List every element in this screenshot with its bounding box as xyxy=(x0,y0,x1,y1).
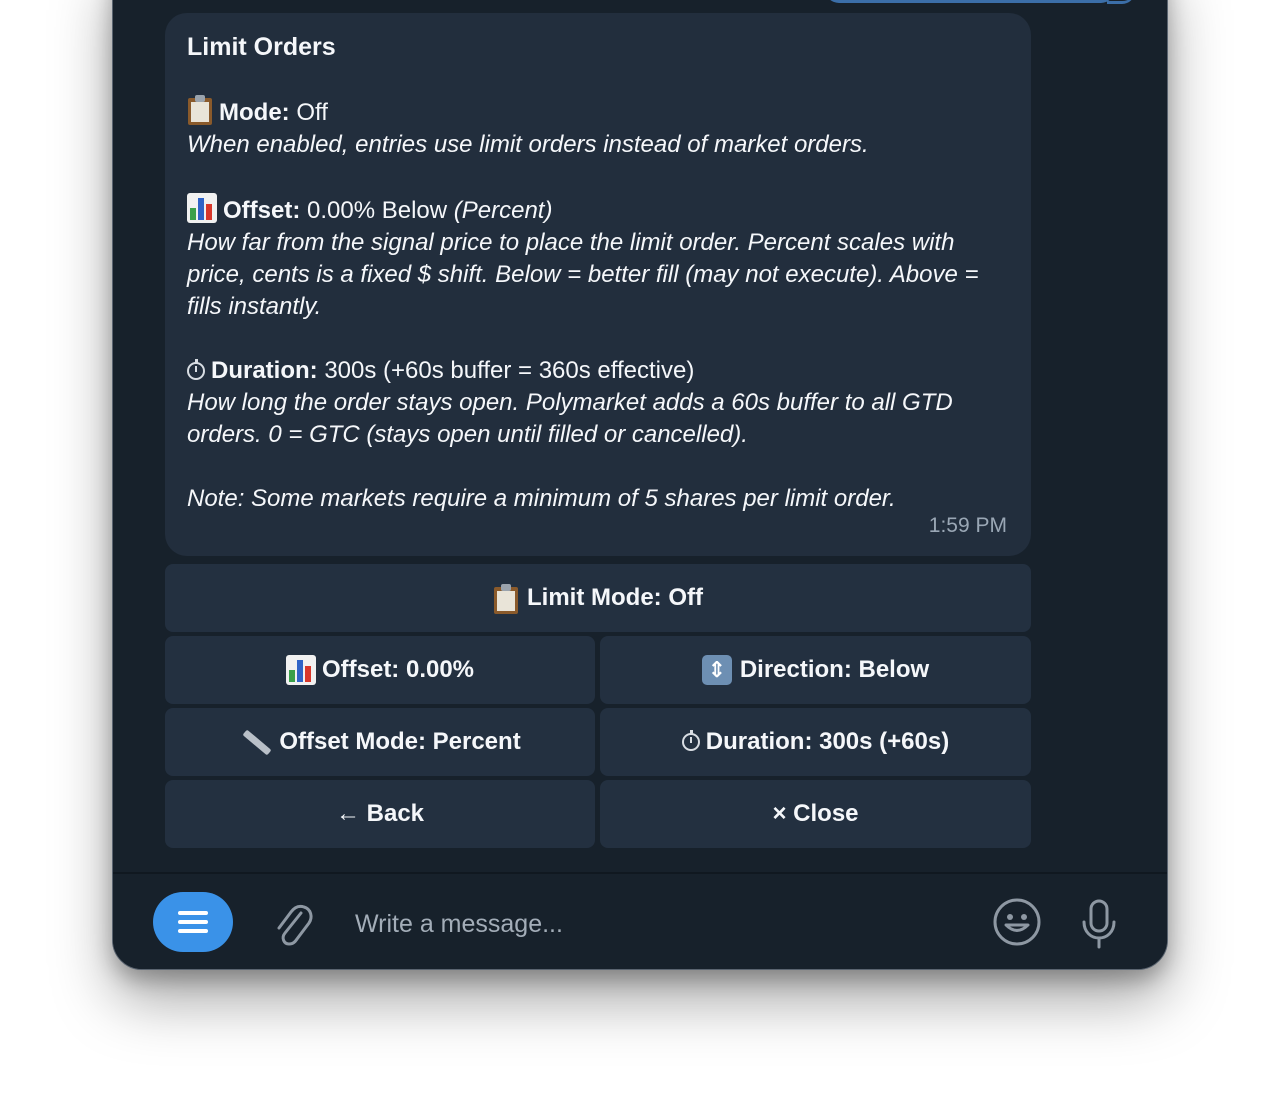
message-timestamp: 1:59 PM xyxy=(928,514,1007,537)
duration-line: Duration: 300s (+60s buffer = 360s effec… xyxy=(187,355,1009,387)
direction-button-label: Direction: Below xyxy=(739,656,930,683)
composer-bar xyxy=(113,872,1167,969)
offset-unit: (Percent) xyxy=(453,197,553,224)
microphone-icon[interactable] xyxy=(1079,898,1119,950)
stopwatch-icon xyxy=(187,359,205,380)
mode-label: Mode: xyxy=(219,99,290,126)
close-button[interactable]: × Close xyxy=(600,780,1031,848)
offset-mode-button-label: Offset Mode: Percent xyxy=(279,728,521,755)
previous-message-tail xyxy=(1107,0,1135,4)
up-down-arrow-icon: ⇕ xyxy=(701,655,732,685)
back-button[interactable]: ← Back xyxy=(165,780,595,848)
clipboard-icon xyxy=(187,95,213,125)
chat-window: Limit Orders Mode: Off When enabled, ent… xyxy=(112,0,1168,970)
offset-button-label: Offset: 0.00% xyxy=(321,656,475,683)
bar-chart-icon xyxy=(285,655,316,685)
message-input[interactable] xyxy=(353,900,957,948)
limit-mode-button[interactable]: Limit Mode: Off xyxy=(165,564,1031,632)
duration-value: 300s (+60s buffer = 360s effective) xyxy=(317,357,695,384)
paperclip-icon[interactable] xyxy=(271,899,315,951)
offset-button[interactable]: Offset: 0.00% xyxy=(165,636,595,704)
smile-icon[interactable] xyxy=(993,898,1041,946)
duration-button-label: Duration: 300s (+60s) xyxy=(705,728,950,755)
mode-value: Off xyxy=(289,99,328,126)
bot-message-bubble: Limit Orders Mode: Off When enabled, ent… xyxy=(165,13,1031,556)
offset-description: How far from the signal price to place t… xyxy=(187,229,979,320)
offset-label: Offset: xyxy=(223,197,301,224)
offset-mode-button[interactable]: Offset Mode: Percent xyxy=(165,708,595,776)
message-title: Limit Orders xyxy=(187,33,336,61)
duration-label: Duration: xyxy=(211,357,318,384)
offset-line: Offset: 0.00% Below (Percent) xyxy=(187,193,1009,227)
limit-mode-label: Limit Mode: Off xyxy=(527,584,703,611)
note-text: Note: Some markets require a minimum of … xyxy=(187,485,896,512)
duration-description: How long the order stays open. Polymarke… xyxy=(187,389,953,448)
previous-message-bubble xyxy=(825,0,1115,3)
menu-button[interactable] xyxy=(153,892,233,952)
mode-line: Mode: Off xyxy=(187,95,1009,129)
duration-button[interactable]: Duration: 300s (+60s) xyxy=(600,708,1031,776)
clipboard-icon xyxy=(493,584,519,614)
mode-description: When enabled, entries use limit orders i… xyxy=(187,131,869,158)
menu-icon xyxy=(178,906,208,938)
close-button-label: × Close xyxy=(772,800,859,827)
bar-chart-icon xyxy=(187,193,217,223)
offset-value: 0.00% Below xyxy=(300,197,454,224)
ruler-icon xyxy=(239,727,272,757)
direction-button[interactable]: ⇕ Direction: Below xyxy=(600,636,1031,704)
back-button-label: ← Back xyxy=(335,800,425,827)
stopwatch-icon xyxy=(681,730,700,751)
